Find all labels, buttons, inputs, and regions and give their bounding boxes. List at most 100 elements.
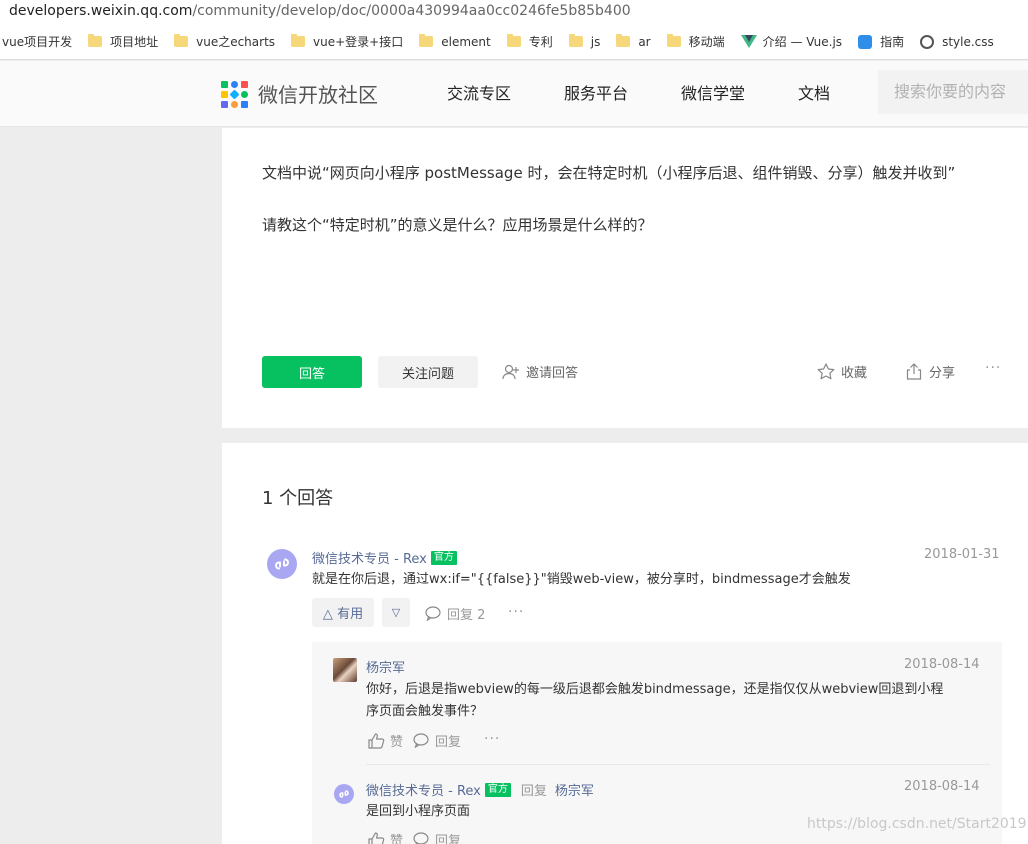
bookmark-label: js: [590, 34, 601, 49]
share-label: 分享: [929, 366, 956, 381]
reply-label: 回复: [435, 735, 462, 750]
reply-author[interactable]: 微信技术专员 - Rex 官方 回复 杨宗军: [366, 780, 594, 799]
nav-wechat-academy[interactable]: 微信学堂: [681, 81, 745, 107]
nav-docs[interactable]: 文档: [798, 81, 830, 107]
bookmark-style-css[interactable]: style.css: [920, 34, 994, 49]
folder-icon: [666, 34, 681, 47]
bookmark-label: 移动端: [688, 35, 725, 49]
avatar[interactable]: [334, 784, 354, 804]
bookmark-vue-login[interactable]: vue+登录+接口: [291, 33, 403, 50]
bookmark-guide[interactable]: 指南: [858, 33, 904, 50]
star-icon: [817, 363, 835, 380]
address-bar[interactable]: developers.weixin.qq.com/community/devel…: [0, 0, 1028, 24]
url-path: /community/develop/doc/0000a430994aa0cc0…: [192, 3, 631, 19]
like-button[interactable]: 赞: [368, 830, 403, 844]
favorite-label: 收藏: [841, 366, 868, 381]
comment-icon: [413, 733, 429, 748]
add-user-icon: [502, 364, 520, 380]
like-label: 赞: [390, 834, 404, 844]
bookmark-label: element: [441, 34, 491, 49]
answer-author[interactable]: 微信技术专员 - Rex 官方: [312, 548, 457, 567]
bookmarks-bar: vue项目开发 项目地址 vue之echarts vue+登录+接口 eleme…: [0, 24, 1028, 60]
reply-content: 是回到小程序页面: [366, 804, 471, 819]
comment-icon: [425, 606, 441, 621]
question-text-line2: 请教这个“特定时机”的意义是什么？应用场景是什么样的？: [262, 216, 653, 234]
reply-button[interactable]: 回复: [413, 830, 461, 844]
author-name: 杨宗军: [366, 661, 406, 676]
reply-divider: [366, 764, 990, 765]
author-name: 微信技术专员 - Rex: [312, 552, 427, 567]
reply-count-button[interactable]: 回复 2: [425, 604, 485, 623]
reply-more-button[interactable]: ···: [484, 731, 500, 747]
nav-exchange-zone[interactable]: 交流专区: [447, 81, 511, 107]
bookmark-element[interactable]: element: [419, 34, 491, 49]
invite-answer-button[interactable]: 邀请回答: [502, 362, 578, 381]
bookmark-label: vue+登录+接口: [313, 35, 404, 49]
bookmark-label: vue之echarts: [196, 35, 276, 49]
folder-icon: [291, 34, 306, 47]
follow-question-button[interactable]: 关注问题: [378, 356, 478, 388]
question-text-line1: 文档中说“网页向小程序 postMessage 时，会在特定时机（小程序后退、组…: [262, 164, 956, 182]
answer-button[interactable]: 回答: [262, 356, 362, 388]
bookmark-label: style.css: [942, 34, 994, 49]
site-title[interactable]: 微信开放社区: [258, 81, 378, 109]
avatar[interactable]: [333, 658, 357, 682]
folder-icon: [568, 34, 583, 47]
bookmark-label: 介绍 — Vue.js: [762, 35, 843, 49]
favorite-button[interactable]: 收藏: [817, 362, 867, 381]
miniprogram-icon: [273, 555, 291, 573]
useful-label: 有用: [337, 607, 364, 622]
triangle-up-icon: △: [322, 607, 338, 622]
url-host: developers.weixin.qq.com: [9, 3, 193, 19]
share-icon: [906, 363, 922, 380]
bookmark-ar[interactable]: ar: [616, 34, 651, 49]
like-button[interactable]: 赞: [368, 731, 403, 750]
comment-icon: [413, 832, 429, 844]
invite-label: 邀请回答: [526, 366, 579, 381]
author-name: 微信技术专员 - Rex: [366, 784, 481, 799]
thumbs-up-icon: [368, 831, 385, 844]
bookmark-label: ar: [638, 34, 651, 49]
more-options-button[interactable]: ···: [985, 360, 1001, 376]
answer-more-button[interactable]: ···: [508, 604, 524, 620]
folder-icon: [419, 34, 434, 47]
folder-icon: [506, 34, 521, 47]
bookmark-project-address[interactable]: 项目地址: [88, 33, 158, 50]
triangle-down-icon: ▽: [391, 606, 401, 619]
official-badge: 官方: [430, 550, 457, 565]
useful-button[interactable]: △ 有用: [312, 598, 374, 627]
nav-service-platform[interactable]: 服务平台: [564, 81, 628, 107]
bookmark-mobile[interactable]: 移动端: [666, 33, 725, 50]
folder-icon: [88, 34, 103, 47]
reply-to-user[interactable]: 杨宗军: [555, 780, 594, 799]
bookmark-js[interactable]: js: [568, 34, 601, 49]
site-header: 微信开放社区 交流专区 服务平台 微信学堂 文档: [0, 61, 1028, 127]
search-input[interactable]: 搜索你要的内容: [878, 70, 1028, 114]
reply-author[interactable]: 杨宗军: [366, 657, 405, 676]
reply-date: 2018-08-14: [904, 657, 980, 672]
wechat-community-logo-icon[interactable]: [221, 81, 248, 108]
answer-content: 就是在你后退，通过wx:if="{{false}}"销毁web-view，被分享…: [312, 572, 851, 587]
watermark: https://blog.csdn.net/Start2019: [807, 816, 1027, 832]
vue-icon: [740, 35, 757, 48]
folder-icon: [616, 34, 631, 47]
reply-content-line1: 你好，后退是指webview的每一级后退都会触发bindmessage，还是指仅…: [366, 682, 944, 697]
not-useful-button[interactable]: ▽: [382, 598, 410, 627]
bookmark-label: 专利: [528, 35, 553, 49]
bookmark-vuejs-intro[interactable]: 介绍 — Vue.js: [740, 33, 843, 50]
thumbs-up-icon: [368, 732, 385, 749]
folder-icon: [174, 34, 189, 47]
miniprogram-icon: [338, 788, 350, 800]
answers-count: 1 个回答: [262, 488, 334, 509]
bookmark-vue-project[interactable]: vue项目开发: [2, 33, 72, 50]
bookmark-patent[interactable]: 专利: [506, 33, 553, 50]
share-button[interactable]: 分享: [906, 362, 955, 381]
reply-button[interactable]: 回复: [413, 731, 461, 750]
like-label: 赞: [390, 735, 404, 750]
guide-icon: [858, 34, 873, 49]
globe-icon: [920, 34, 935, 49]
reply-count-label: 回复 2: [447, 608, 486, 623]
bookmark-vue-echarts[interactable]: vue之echarts: [174, 33, 275, 50]
reply-label: 回复: [435, 834, 462, 844]
avatar[interactable]: [267, 549, 297, 579]
